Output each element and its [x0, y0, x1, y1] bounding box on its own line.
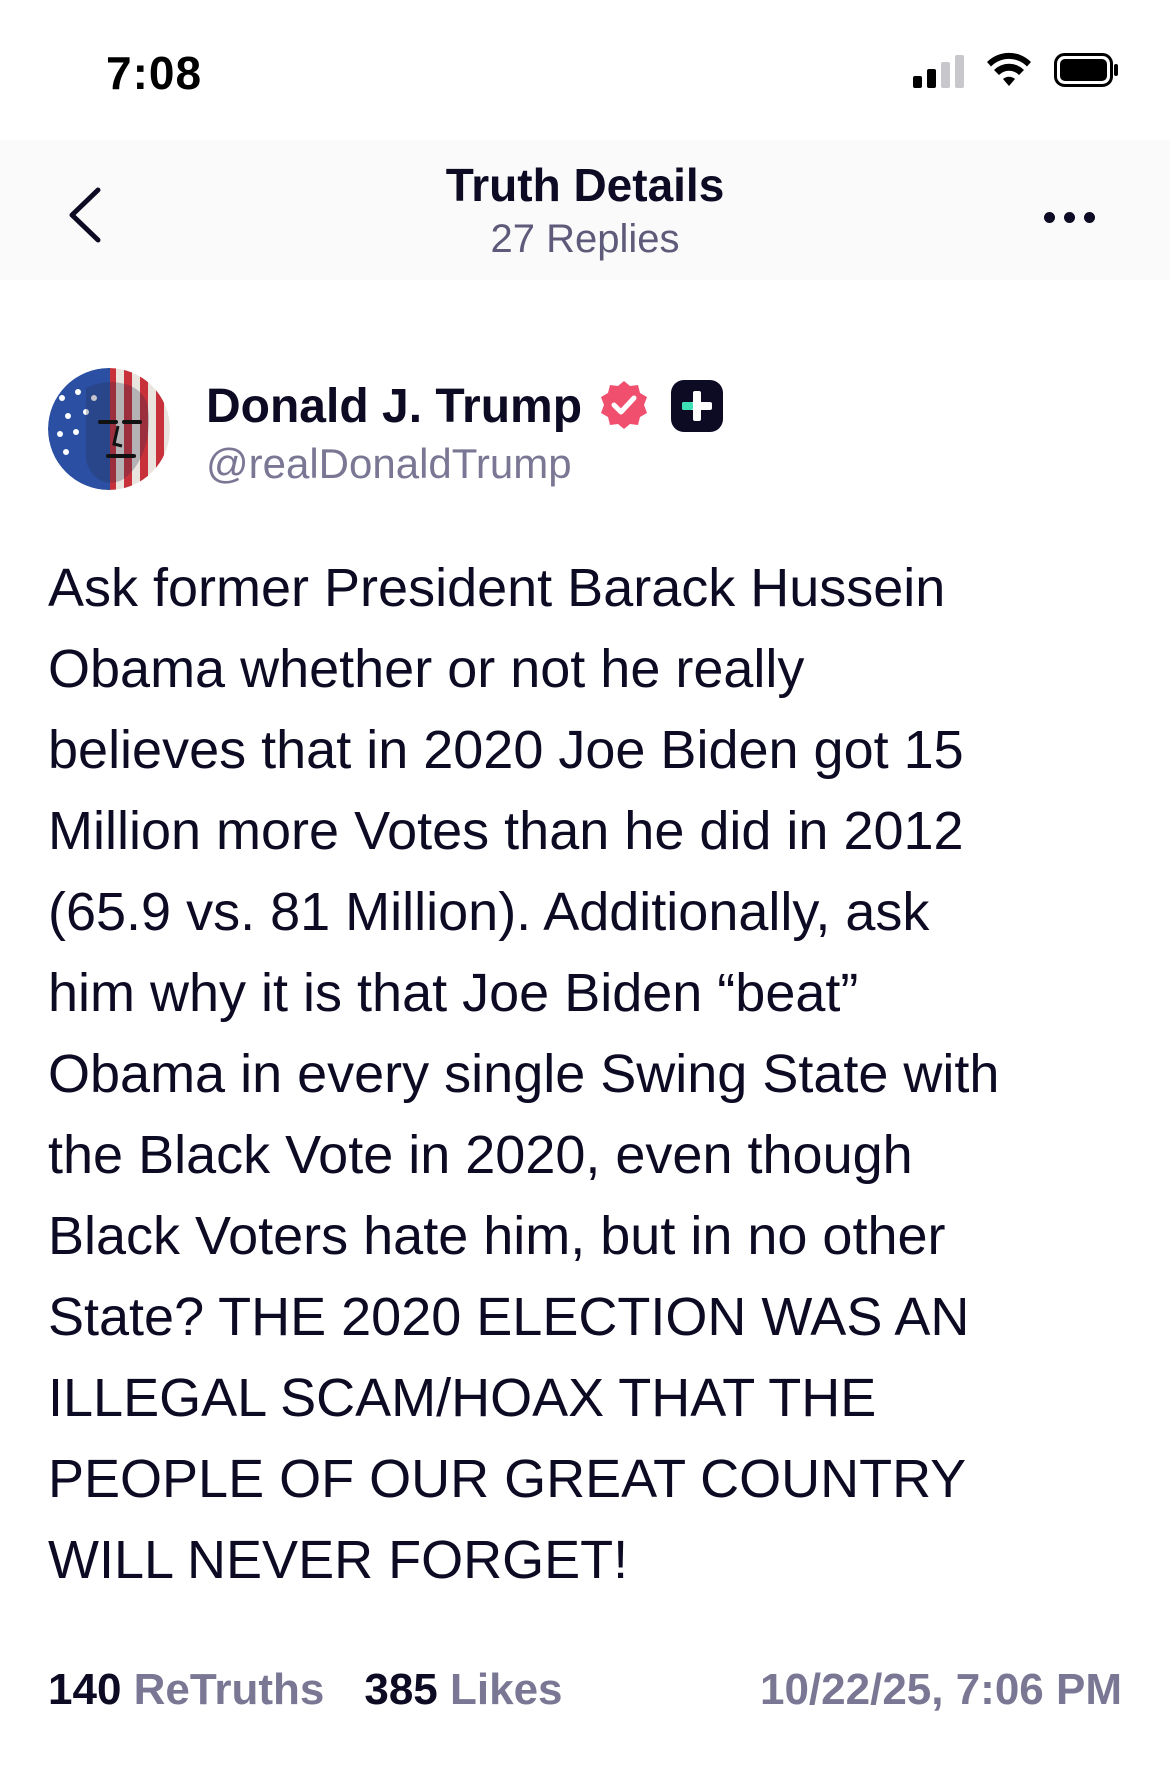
author-name[interactable]: Donald J. Trump: [206, 379, 582, 434]
reply-count[interactable]: 27 Replies: [0, 217, 1170, 262]
retruths-count: 140: [48, 1665, 122, 1714]
post-text: Ask former President Barack Hussein Obam…: [48, 558, 1000, 1590]
plus-badge-icon: [671, 380, 724, 432]
likes-stat[interactable]: 385 Likes: [364, 1665, 562, 1715]
status-time: 7:08: [106, 47, 203, 99]
likes-label: Likes: [450, 1665, 563, 1714]
cellular-signal-icon: [913, 52, 964, 88]
status-bar: 7:08: [0, 0, 1170, 140]
page-header: Truth Details 27 Replies: [0, 140, 1170, 280]
page-title: Truth Details: [445, 159, 725, 211]
retruths-label: ReTruths: [133, 1665, 325, 1714]
verified-badge-icon: [601, 381, 648, 429]
status-icons: [913, 52, 1120, 88]
avatar[interactable]: [48, 368, 170, 490]
post-stats: 140 ReTruths 385 Likes: [48, 1665, 603, 1715]
author-handle[interactable]: @realDonaldTrump: [206, 440, 572, 488]
retruths-stat[interactable]: 140 ReTruths: [48, 1665, 324, 1715]
wifi-icon: [987, 52, 1031, 86]
more-options-button[interactable]: [1044, 202, 1104, 232]
ellipsis-icon: [1044, 211, 1055, 223]
avatar-image: [48, 368, 170, 490]
likes-count: 385: [364, 1665, 438, 1714]
battery-icon: [1054, 53, 1118, 87]
post-timestamp: 10/22/25, 7:06 PM: [759, 1665, 1122, 1714]
author-name-row: Donald J. Trump: [206, 378, 724, 434]
